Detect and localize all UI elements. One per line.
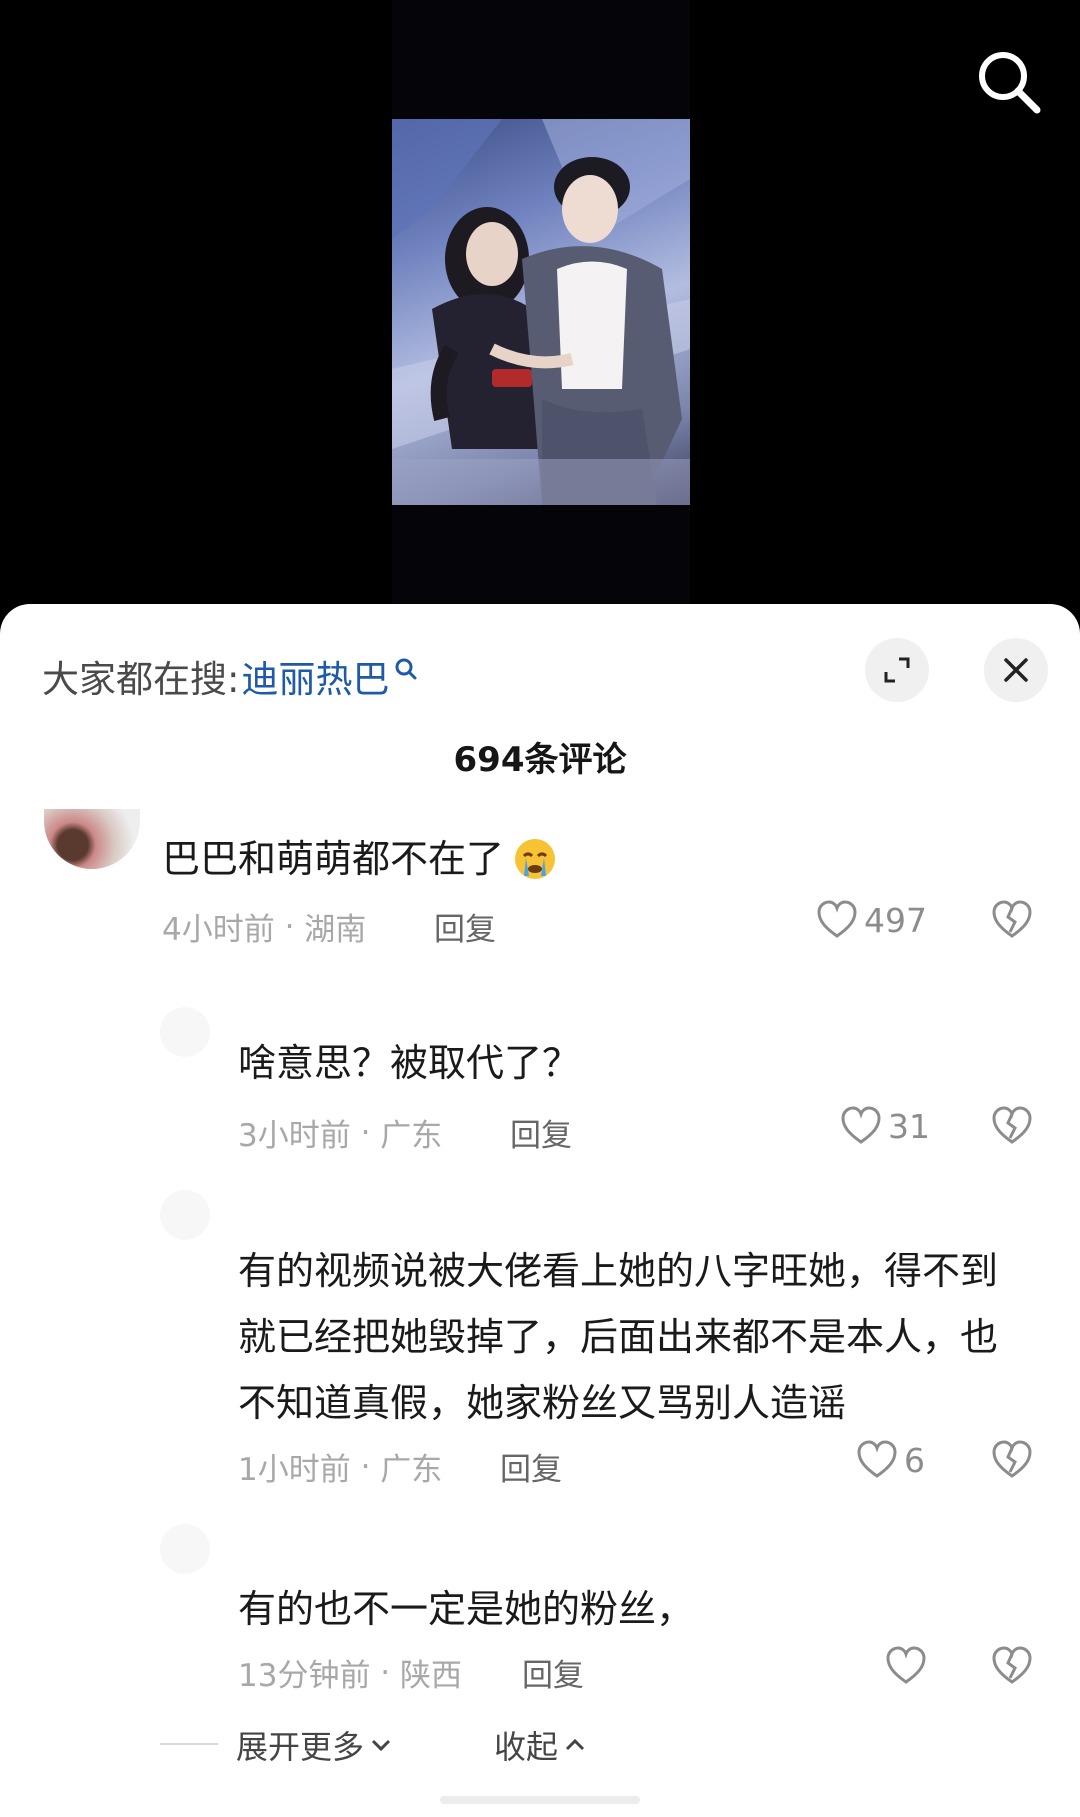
reply-button[interactable]: 回复 (522, 1650, 584, 1695)
video-thumbnail[interactable] (392, 119, 690, 505)
comments-sheet: 大家都在搜: 迪丽热巴 694条评论 巴巴和萌萌都不在了 4小时前 · 湖南 回… (0, 604, 1080, 1817)
heart-icon (841, 1106, 881, 1144)
comment-meta: 3小时前 · 广东 (238, 1110, 442, 1155)
reply-button[interactable]: 回复 (500, 1444, 562, 1489)
comment-3-line-2: 就已经把她毁掉了，后面出来都不是本人，也 (238, 1315, 999, 1359)
comment-time: 1小时前 (238, 1452, 351, 1488)
chevron-up-icon (565, 1738, 585, 1751)
avatar[interactable] (44, 809, 140, 869)
like-count: 31 (888, 1106, 930, 1146)
meta-separator: · (274, 908, 305, 945)
collapse-label: 收起 (494, 1728, 559, 1766)
heart-icon (817, 900, 857, 938)
comment-3-line-1: 有的视频说被大佬看上她的八字旺她，得不到 (238, 1249, 999, 1293)
comment-time: 13分钟前 (238, 1658, 371, 1694)
search-icon (979, 52, 1041, 114)
avatar[interactable] (160, 1007, 210, 1057)
broken-heart-icon (992, 1440, 1032, 1478)
like-button[interactable]: 497 (816, 900, 927, 940)
meta-separator: · (350, 1448, 381, 1485)
dislike-button[interactable] (991, 1646, 1033, 1690)
search-button[interactable] (975, 48, 1043, 116)
crying-emoji-icon (515, 839, 556, 879)
broken-heart-icon (992, 1106, 1032, 1144)
comment-2-text: 啥意思？被取代了？ (238, 1041, 581, 1085)
comment-location: 陕西 (400, 1658, 463, 1694)
comment-4-text: 有的也不一定是她的粉丝， (238, 1587, 695, 1631)
dislike-button[interactable] (991, 900, 1033, 944)
comment-meta: 4小时前 · 湖南 (162, 904, 366, 949)
heart-icon (886, 1646, 926, 1684)
comment-location: 广东 (380, 1452, 443, 1488)
comment-time: 3小时前 (238, 1118, 351, 1154)
comment-time: 4小时前 (162, 912, 275, 948)
avatar[interactable] (160, 1190, 210, 1240)
comment-meta: 13分钟前 · 陕西 (238, 1650, 462, 1695)
comment-1-text: 巴巴和萌萌都不在了 (162, 837, 505, 881)
comment-3-line-3: 不知道真假，她家粉丝又骂别人造谣 (238, 1381, 847, 1425)
expand-divider (160, 1743, 218, 1745)
dislike-button[interactable] (991, 1106, 1033, 1150)
comment-3-text: 有的视频说被大佬看上她的八字旺她，得不到 就已经把她毁掉了，后面出来都不是本人，… (238, 1238, 1038, 1436)
like-count: 6 (904, 1440, 925, 1480)
heart-icon (857, 1440, 897, 1478)
comment-text: 巴巴和萌萌都不在了 (162, 826, 558, 892)
dislike-button[interactable] (991, 1440, 1033, 1484)
trending-prefix: 大家都在搜: (42, 658, 240, 701)
expand-button[interactable] (865, 638, 929, 702)
meta-separator: · (350, 1114, 381, 1151)
broken-heart-icon (992, 1646, 1032, 1684)
reply-button[interactable]: 回复 (434, 904, 496, 949)
like-button[interactable]: 31 (840, 1106, 930, 1146)
expand-icon (884, 657, 910, 683)
close-icon (1004, 658, 1028, 682)
comment-location: 湖南 (304, 912, 367, 948)
trending-search-bar[interactable]: 大家都在搜: 迪丽热巴 (42, 646, 419, 706)
like-count: 497 (864, 900, 927, 940)
expand-more-button[interactable]: 展开更多 (236, 1722, 394, 1768)
small-search-icon (395, 658, 417, 680)
like-button[interactable] (885, 1646, 933, 1686)
avatar[interactable] (160, 1524, 210, 1574)
video-scene-illustration (392, 119, 690, 505)
chevron-down-icon (371, 1739, 391, 1752)
home-indicator (440, 1796, 640, 1804)
broken-heart-icon (992, 900, 1032, 938)
comment-count: 694条评论 (453, 740, 627, 780)
comment-meta: 1小时前 · 广东 (238, 1444, 442, 1489)
reply-button[interactable]: 回复 (510, 1110, 572, 1155)
trending-term-link[interactable]: 迪丽热巴 (241, 649, 389, 703)
meta-separator: · (370, 1654, 401, 1691)
video-player[interactable] (0, 0, 1080, 640)
expand-more-label: 展开更多 (236, 1728, 365, 1766)
collapse-button[interactable]: 收起 (494, 1722, 588, 1768)
like-button[interactable]: 6 (856, 1440, 925, 1480)
close-button[interactable] (984, 638, 1048, 702)
comment-location: 广东 (380, 1118, 443, 1154)
